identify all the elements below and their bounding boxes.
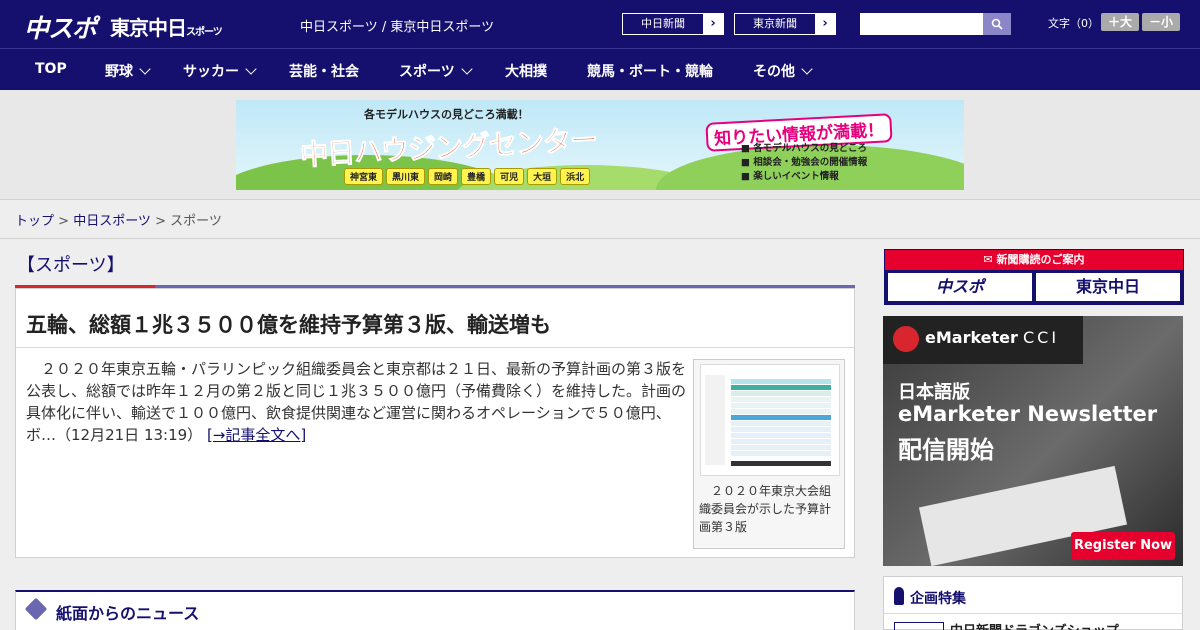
emarketer-logo-icon [893,326,919,352]
banner-bullet: ■ 各モデルハウスの見どころ [741,143,868,154]
banner-top-line: 各モデルハウスの見どころ満載！ [364,108,529,121]
breadcrumb-top-link[interactable]: トップ [15,214,54,229]
chevron-down-icon [461,63,473,75]
nav-label: 競馬・ボート・競輪 [587,64,713,80]
ribbon-icon [894,587,904,605]
photo-caption: ２０２０年東京大会組織委員会が示した予算計画第３版 [699,484,832,534]
banner-town: 岡崎 [428,168,459,185]
news-box: 紙面からのニュース [15,590,855,630]
banner-town: 大垣 [527,168,558,185]
top-header: 中スポ 東京中日スポーツ 中日スポーツ / 東京中日スポーツ 中日新聞 › 東京… [0,0,1200,48]
tokyo-shimbun-link[interactable]: 東京新聞 › [734,13,836,35]
search-icon [991,18,1003,30]
site-names: 中日スポーツ / 東京中日スポーツ [300,20,495,35]
subscribe-chuspo-button[interactable]: 中スポ [888,273,1032,301]
divider [0,238,1200,239]
chevron-right-icon: › [703,14,723,34]
ad-partner: CCI [1023,328,1060,347]
nav-label: 野球 [105,64,133,80]
breadcrumb-chunichi-link[interactable]: 中日スポーツ [73,214,151,229]
breadcrumb-current: スポーツ [170,214,222,229]
emarketer-ad[interactable]: eMarketer CCI 日本語版 eMarketer Newsletter … [883,316,1183,566]
font-smaller-button[interactable]: －小 [1142,13,1180,31]
tokyo-logo-text: 東京中日 [110,16,187,40]
subscription-box: ✉ 新聞購読のご案内 中スポ 東京中日 [884,249,1184,305]
chevron-right-icon: › [815,14,835,34]
feature-item-link[interactable]: 中日新聞ドラゴンズショップ [950,620,1119,630]
article-text: ２０２０年東京五輪・パラリンピック組織委員会と東京都は２１日、最新の予算計画の第… [26,360,687,444]
banner-town: 神宮東 [344,168,384,185]
ad-brand: eMarketer [925,328,1018,347]
chevron-down-icon [801,63,813,75]
nav-item-top[interactable]: TOP [35,61,67,77]
banner-towns: 神宮東 黒川東 岡崎 豊橋 可児 大垣 浜北 [344,168,591,185]
section-title: 【スポーツ】 [17,255,125,276]
banner-bullets: ■ 各モデルハウスの見どころ ■ 相談会・勉強会の開催情報 ■ 楽しいイベント情… [741,142,867,184]
chevron-down-icon [245,63,257,75]
subscribe-tokyo-button[interactable]: 東京中日 [1036,273,1180,301]
housing-center-banner[interactable]: 各モデルハウスの見どころ満載！ 中日ハウジングセンター 知りたい情報が満載！ ■… [236,100,964,190]
banner-town: 豊橋 [461,168,492,185]
article-photo-box: ２０２０年東京大会組織委員会が示した予算計画第３版 [693,359,845,549]
nav-item-sports[interactable]: スポーツ [399,61,473,81]
breadcrumb-sep: > [54,214,74,229]
font-size-label: 文字（0） [1048,17,1099,30]
tokyo-logo-sub: スポーツ [186,27,223,38]
banner-bullet: ■ 相談会・勉強会の開催情報 [741,157,868,168]
ad-jp: 日本語版 [898,382,970,403]
chevron-down-icon [139,63,151,75]
banner-town: 浜北 [560,168,591,185]
search-button[interactable] [983,13,1011,35]
read-more-link[interactable]: [→記事全文へ] [207,426,306,444]
font-bigger-button[interactable]: ＋大 [1101,13,1139,31]
nav-label: 大相撲 [505,64,547,80]
nav-item-soccer[interactable]: サッカー [183,61,257,81]
breadcrumb: トップ > 中日スポーツ > スポーツ [15,210,222,229]
feature-title: 企画特集 [910,591,966,607]
feature-box: 企画特集 中日新聞ドラゴンズショップ [883,576,1183,630]
nav-item-racing[interactable]: 競馬・ボート・競輪 [587,61,713,81]
search-input[interactable] [860,13,983,35]
main-nav: TOP 野球 サッカー 芸能・社会 スポーツ 大相撲 競馬・ボート・競輪 その他 [0,48,1200,90]
nav-label: スポーツ [399,64,455,80]
article-title[interactable]: 五輪、総額１兆３５００億を維持予算第３版、輸送増も [26,309,551,339]
nav-label: 芸能・社会 [289,64,359,80]
banner-town: 可児 [494,168,525,185]
article-body: ２０２０年東京五輪・パラリンピック組織委員会と東京都は２１日、最新の予算計画の第… [26,358,686,446]
banner-bullet: ■ 楽しいイベント情報 [741,171,839,182]
nav-item-entertainment[interactable]: 芸能・社会 [289,61,359,81]
tokyo-chunichi-logo[interactable]: 東京中日スポーツ [110,12,223,41]
breadcrumb-sep: > [150,214,171,229]
chuspo-logo[interactable]: 中スポ [24,9,97,45]
nav-item-sumo[interactable]: 大相撲 [505,61,547,81]
ad-launch: 配信開始 [898,436,994,464]
nav-label: サッカー [183,64,239,80]
register-now-button[interactable]: Register Now [1071,532,1175,560]
nav-item-other[interactable]: その他 [753,61,813,81]
article-photo[interactable] [700,364,840,476]
news-title: 紙面からのニュース [56,604,200,623]
nav-label: その他 [753,64,795,80]
chunichi-shimbun-link[interactable]: 中日新聞 › [622,13,724,35]
nav-label: TOP [35,61,67,77]
article-card: 五輪、総額１兆３５００億を維持予算第３版、輸送増も ２０２０年東京五輪・パラリン… [15,288,855,558]
newspaper-icon [24,597,48,621]
ad-newsletter: eMarketer Newsletter [898,402,1158,426]
subscription-head: ✉ 新聞購読のご案内 [885,250,1183,270]
tokyo-shimbun-label: 東京新聞 [753,17,797,30]
divider [884,613,1182,614]
chunichi-shimbun-label: 中日新聞 [641,17,685,30]
banner-town: 黒川東 [386,168,426,185]
divider [16,347,854,348]
nav-item-baseball[interactable]: 野球 [105,61,151,81]
feature-thumb[interactable] [894,622,944,630]
